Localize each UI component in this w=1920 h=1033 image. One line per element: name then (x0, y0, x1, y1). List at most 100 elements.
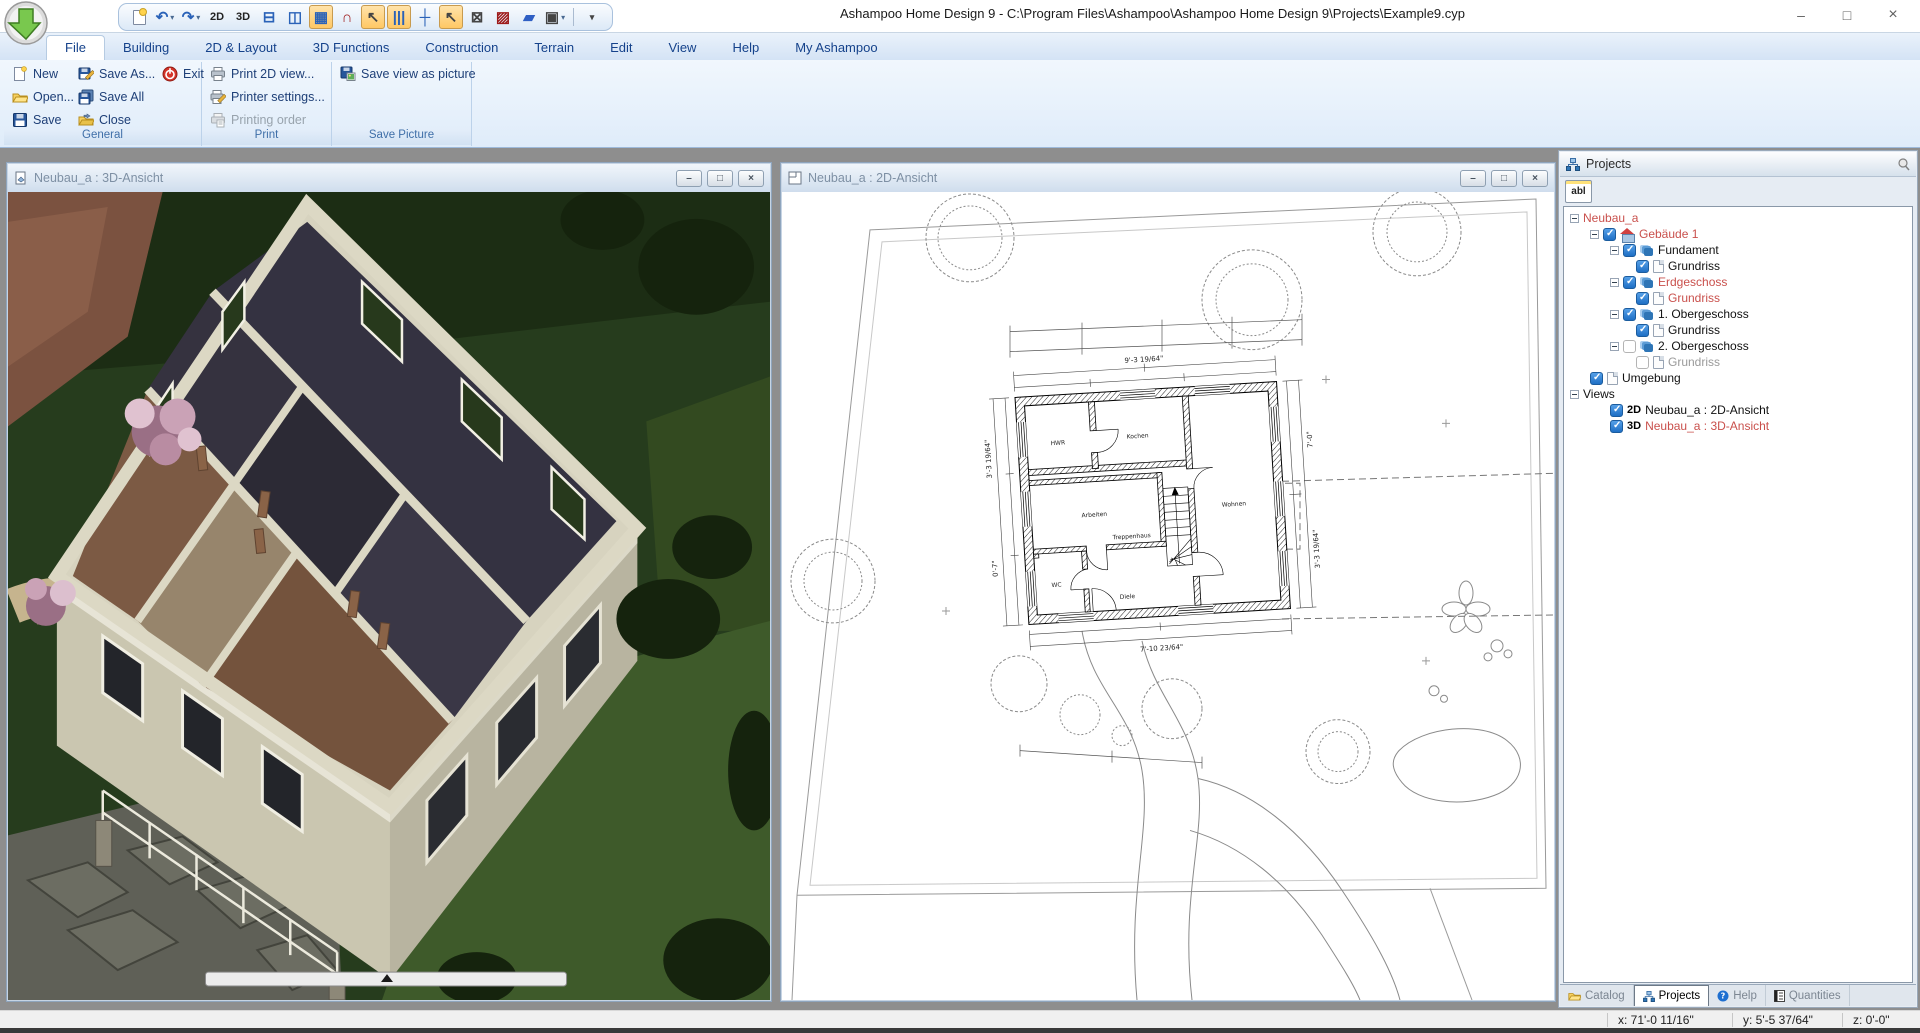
checkbox[interactable] (1603, 228, 1616, 241)
save-as-button[interactable]: Save As... (70, 62, 154, 85)
tree-item-grundriss-fundament[interactable]: Grundriss (1564, 258, 1912, 274)
checkbox[interactable] (1636, 324, 1649, 337)
expander-icon[interactable] (1570, 214, 1579, 223)
print-2d-button[interactable]: Print 2D view... (202, 62, 331, 85)
tree-item-views[interactable]: Views (1564, 386, 1912, 402)
texture-button[interactable]: ▨ (491, 5, 515, 29)
close-view-button[interactable]: ⊠ (465, 5, 489, 29)
checkbox[interactable] (1623, 308, 1636, 321)
floor-plan: HWR Kochen Wohnen Arbeiten Treppenhaus W… (782, 192, 1554, 1000)
save-all-icon (78, 89, 94, 105)
storey-icon (1640, 340, 1654, 352)
viewer-3d-titlebar[interactable]: Neubau_a : 3D-Ansicht – □ × (8, 164, 770, 192)
expander-icon[interactable] (1610, 310, 1619, 319)
panel-bottom-tabs: Catalog Projects ? Help Quantities (1560, 984, 1916, 1006)
edit-3d-button[interactable]: 3D (231, 5, 255, 29)
save-view-as-picture-button[interactable]: Save view as picture (332, 62, 471, 85)
minimize-button[interactable]: – (1460, 170, 1486, 187)
edit-2d-button[interactable]: 2D (205, 5, 229, 29)
close-button[interactable]: × (1870, 0, 1916, 29)
tab-quantities[interactable]: Quantities (1766, 985, 1850, 1006)
expander-icon[interactable] (1610, 278, 1619, 287)
tree-item-fundament[interactable]: Fundament (1564, 242, 1912, 258)
split-horizontal-button[interactable]: ⊟ (257, 5, 281, 29)
checkbox[interactable] (1623, 340, 1636, 353)
new-button[interactable]: New (4, 62, 70, 85)
checkbox[interactable] (1636, 356, 1649, 369)
checkbox[interactable] (1623, 244, 1636, 257)
save-button[interactable]: Save (4, 108, 70, 131)
close-button[interactable]: × (738, 170, 764, 187)
select-elements-toggle[interactable]: ↖ (361, 5, 385, 29)
undo-button[interactable]: ↶▾ (153, 5, 177, 29)
checkbox[interactable] (1590, 372, 1603, 385)
grid-toggle[interactable]: ▦ (309, 5, 333, 29)
minimize-button[interactable]: – (676, 170, 702, 187)
room-label-diele: Diele (1120, 593, 1136, 601)
tab-file[interactable]: File (46, 35, 105, 60)
copy-button[interactable]: ▣▾ (543, 5, 567, 29)
dim-top: 9'-3 19/64" (1124, 354, 1163, 364)
expander-icon[interactable] (1610, 246, 1619, 255)
tree-item-grundriss-erdgeschoss[interactable]: Grundriss (1564, 290, 1912, 306)
tree-item-gebaeude-1[interactable]: Gebäude 1 (1564, 226, 1912, 242)
rotation-slider[interactable] (205, 972, 566, 986)
split-vertical-button[interactable]: ◫ (283, 5, 307, 29)
toolbar-overflow-button[interactable]: ▾ (580, 5, 604, 29)
tree-label: Grundriss (1668, 291, 1720, 305)
pointer-toggle[interactable]: ↖ (439, 5, 463, 29)
pin-icon[interactable] (1897, 158, 1910, 171)
tab-2d-layout[interactable]: 2D & Layout (187, 36, 295, 60)
checkbox[interactable] (1623, 276, 1636, 289)
tab-catalog[interactable]: Catalog (1560, 985, 1634, 1006)
checkbox[interactable] (1636, 260, 1649, 273)
restore-button[interactable]: □ (1824, 0, 1870, 29)
tab-3d-functions[interactable]: 3D Functions (295, 36, 408, 60)
tree-item-view-3d[interactable]: 3D Neubau_a : 3D-Ansicht (1564, 418, 1912, 434)
restore-button[interactable]: □ (707, 170, 733, 187)
window-title: Ashampoo Home Design 9 - C:\Program File… (840, 6, 1465, 21)
tree-item-1-obergeschoss[interactable]: 1. Obergeschoss (1564, 306, 1912, 322)
exit-button[interactable]: Exit (154, 62, 200, 85)
viewer-2d-canvas[interactable]: HWR Kochen Wohnen Arbeiten Treppenhaus W… (782, 192, 1554, 1000)
axis-cross-button[interactable]: ┼ (413, 5, 437, 29)
viewer-3d-canvas[interactable] (8, 192, 770, 1000)
label-tool-tab[interactable]: abl (1565, 180, 1592, 203)
tab-my-ashampoo[interactable]: My Ashampoo (777, 36, 895, 60)
expander-icon[interactable] (1570, 390, 1579, 399)
tab-building[interactable]: Building (105, 36, 187, 60)
tree-item-grundriss-og2[interactable]: Grundriss (1564, 354, 1912, 370)
printer-settings-button[interactable]: Printer settings... (202, 85, 331, 108)
eraser-button[interactable]: ▰ (517, 5, 541, 29)
tab-construction[interactable]: Construction (407, 36, 516, 60)
expander-icon[interactable] (1610, 342, 1619, 351)
tab-help[interactable]: Help (714, 36, 777, 60)
tree-item-umgebung[interactable]: Umgebung (1564, 370, 1912, 386)
open-button[interactable]: Open... (4, 85, 70, 108)
tree-item-erdgeschoss[interactable]: Erdgeschoss (1564, 274, 1912, 290)
tab-projects[interactable]: Projects (1634, 985, 1710, 1006)
tab-help[interactable]: ? Help (1709, 985, 1766, 1006)
snap-magnet-button[interactable]: ∩ (335, 5, 359, 29)
checkbox[interactable] (1636, 292, 1649, 305)
viewer-2d-titlebar[interactable]: Neubau_a : 2D-Ansicht – □ × (782, 164, 1554, 192)
tree-item-2-obergeschoss[interactable]: 2. Obergeschoss (1564, 338, 1912, 354)
checkbox[interactable] (1610, 404, 1623, 417)
tree-item-grundriss-og1[interactable]: Grundriss (1564, 322, 1912, 338)
save-picture-icon (340, 66, 356, 82)
close-button-ribbon[interactable]: Close (70, 108, 154, 131)
restore-button[interactable]: □ (1491, 170, 1517, 187)
close-button[interactable]: × (1522, 170, 1548, 187)
save-all-button[interactable]: Save All (70, 85, 154, 108)
tab-edit[interactable]: Edit (592, 36, 650, 60)
tree-item-neubau-a[interactable]: Neubau_a (1564, 210, 1912, 226)
minimize-button[interactable]: – (1778, 0, 1824, 29)
guides-toggle[interactable]: ||| (387, 5, 411, 29)
new-document-button[interactable] (127, 5, 151, 29)
tree-item-view-2d[interactable]: 2D Neubau_a : 2D-Ansicht (1564, 402, 1912, 418)
checkbox[interactable] (1610, 420, 1623, 433)
tab-view[interactable]: View (651, 36, 715, 60)
tab-terrain[interactable]: Terrain (516, 36, 592, 60)
expander-icon[interactable] (1590, 230, 1599, 239)
redo-button[interactable]: ↷▾ (179, 5, 203, 29)
